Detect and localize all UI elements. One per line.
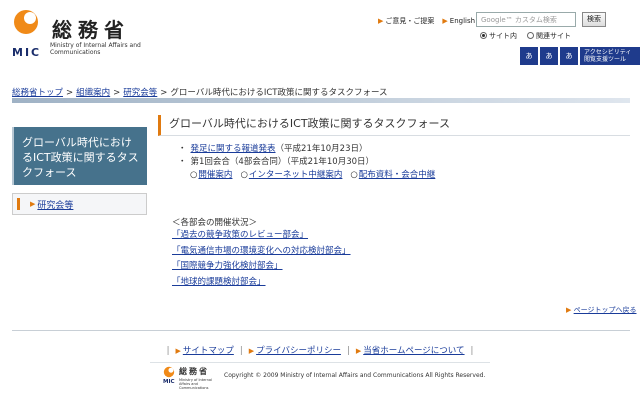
breadcrumb-item-study-groups[interactable]: 研究会等 [123,88,157,98]
subgroup-status-heading: ＜各部会の開催状況＞ [172,218,258,228]
logo-subtitle: Ministry of Internal Affairs and Communi… [50,42,141,56]
ring-marker: ○ [350,170,358,180]
font-size-large-button[interactable]: あ [560,47,578,65]
accessibility-tool-label-1: アクセシビリティ [584,49,632,56]
mic-logo[interactable]: 総務省 MIC Ministry of Internal Affairs and… [12,8,152,64]
logo-mic-text: MIC [12,46,42,59]
first-meeting-links: ○開催案内 ○インターネット中継案内 ○配布資料・会合中継 [178,169,435,182]
arrow-right-icon: ▶ [30,200,36,208]
arrow-right-icon: ▶ [248,347,255,355]
meeting-notice-link[interactable]: 開催案内 [198,170,232,180]
search-button[interactable]: 検索 [582,12,606,27]
sidebar-title: グローバル時代におけるICT政策に関するタスクフォース [12,127,147,185]
mic-logo-mark-icon [14,10,38,34]
accessibility-tools: あ あ あ アクセシビリティ 閲覧支援ツール [520,47,640,65]
subgroup-list: 「過去の競争政策のレビュー部会」 「電気通信市場の環境変化への対応検討部会」 「… [172,228,351,290]
subgroup-link-telecom-market[interactable]: 「電気通信市場の環境変化への対応検討部会」 [172,246,351,256]
privacy-policy-link[interactable]: プライバシーポリシー [256,346,341,356]
news-item-first-meeting: ・第1回会合（4部会合同）（平成21年10月30日） [178,156,435,169]
font-size-medium-button[interactable]: あ [540,47,558,65]
page-top-label: ページトップへ戻る [573,306,637,314]
search-scope-radios: サイト内 関連サイト [480,31,571,41]
breadcrumb-item-top[interactable]: 総務省トップ [12,88,63,98]
footer-logo: 総務省 MIC Ministry of Internal Affairs and… [163,366,223,390]
subgroup-link-international-competitiveness[interactable]: 「国際競争力強化検討部会」 [172,261,283,271]
internet-broadcast-link[interactable]: インターネット中継案内 [249,170,343,180]
arrow-right-icon: ▶ [442,17,448,25]
arrow-right-icon: ▶ [355,347,362,355]
bullet: ・ [178,144,187,154]
ring-marker: ○ [240,170,248,180]
arrow-right-icon: ▶ [566,306,572,314]
sidebar-item-study-groups[interactable]: ▶ 研究会等 [12,193,147,215]
font-size-small-button[interactable]: あ [520,47,538,65]
arrow-right-icon: ▶ [378,17,384,25]
footer-links: | ▶ サイトマップ | ▶ プライバシーポリシー | ▶ 当省ホームページについて | [166,346,474,356]
radio-site-internal[interactable]: サイト内 [480,31,517,41]
opinion-link[interactable]: ▶ ご意見・ご提案 [378,16,434,26]
radio-related-sites[interactable]: 関連サイト [527,31,571,41]
accessibility-tool-label-2: 閲覧支援ツール [584,56,627,63]
search-input[interactable]: Google™ カスタム検索 [476,12,576,27]
arrow-right-icon: ▶ [175,347,181,355]
breadcrumb: 総務省トップ > 組織案内 > 研究会等 > グローバル時代におけるICT政策に関するタスク… [12,86,388,98]
subgroup-link-competition-review[interactable]: 「過去の競争政策のレビュー部会」 [172,230,308,240]
footer-divider [12,330,630,331]
breadcrumb-separator: > [66,88,74,98]
radio-selected-icon [480,32,487,39]
breadcrumb-divider [12,98,630,103]
footer-logo-subtitle: Ministry of Internal Affairs and Communi… [179,378,212,390]
page-top-link[interactable]: ▶ ページトップへ戻る [566,305,637,315]
handouts-broadcast-link[interactable]: 配布資料・会合中継 [359,170,436,180]
english-link[interactable]: ▶ English [442,16,475,26]
subgroup-link-global-issues[interactable]: 「地球的課題検討部会」 [172,277,266,287]
breadcrumb-separator: > [160,88,168,98]
footer-logo-kanji: 総務省 [179,366,209,376]
logo-kanji: 総務省 [52,18,130,42]
sitemap-link[interactable]: サイトマップ [183,346,234,356]
accessibility-tool-button[interactable]: アクセシビリティ 閲覧支援ツール [580,47,640,65]
page-title: グローバル時代におけるICT政策に関するタスクフォース [158,115,630,136]
radio-related-sites-label: 関連サイト [536,32,571,40]
sidebar-active-bar [17,198,20,210]
breadcrumb-current: グローバル時代におけるICT政策に関するタスクフォース [170,88,388,98]
footer-divider-2 [150,362,490,363]
ring-marker: ○ [190,170,198,180]
radio-site-internal-label: サイト内 [489,32,517,40]
first-meeting-text: 第1回会合（4部会合同）（平成21年10月30日） [190,157,375,167]
bullet: ・ [178,157,187,167]
mic-logo-mark-icon [163,366,175,378]
site-header: 総務省 MIC Ministry of Internal Affairs and… [0,0,640,78]
opinion-link-label: ご意見・ご提案 [385,17,435,25]
sidebar-item-label: 研究会等 [37,200,74,211]
radio-unselected-icon [527,32,534,39]
news-list: ・発足に関する報道発表（平成21年10月23日） ・第1回会合（4部会合同）（平… [178,143,435,182]
header-utility-links: ▶ ご意見・ご提案 ▶ English [378,16,475,26]
breadcrumb-separator: > [113,88,121,98]
copyright-text: Copyright © 2009 Ministry of Internal Af… [224,372,486,379]
press-release-link[interactable]: 発足に関する報道発表 [191,144,276,154]
about-site-link[interactable]: 当省ホームページについて [363,346,464,356]
footer-logo-mic: MIC [163,379,175,385]
english-link-label: English [449,17,476,25]
breadcrumb-item-organization[interactable]: 組織案内 [76,88,110,98]
press-release-date: （平成21年10月23日） [275,144,368,154]
news-item-press-release: ・発足に関する報道発表（平成21年10月23日） [178,143,435,156]
